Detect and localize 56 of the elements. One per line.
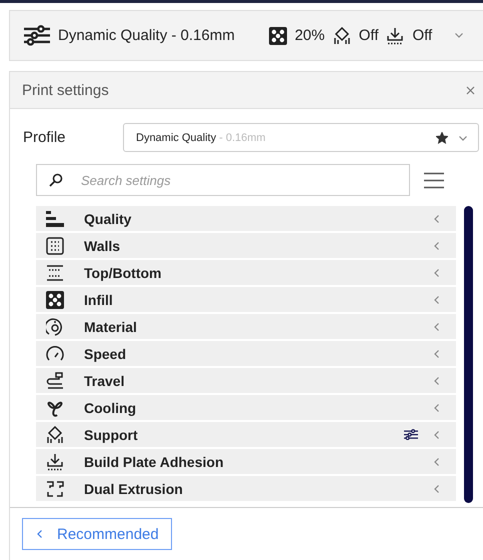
chevron-left-icon: [432, 214, 442, 224]
recommended-button[interactable]: Recommended: [22, 518, 172, 550]
bars-icon: [46, 210, 64, 228]
chevron-left-icon: [432, 240, 442, 250]
category-row[interactable]: Build Plate Adhesion: [36, 449, 456, 474]
chevron-left-icon: [35, 529, 45, 539]
split-icon: [46, 480, 64, 498]
search-field[interactable]: Search settings: [36, 164, 410, 196]
star-icon[interactable]: [436, 132, 448, 144]
scrollbar[interactable]: [464, 206, 473, 503]
diamond-icon: [46, 426, 64, 444]
infill-value: 20%: [294, 27, 325, 44]
chevron-left-icon: [432, 456, 442, 466]
chevron-left-icon: [432, 348, 442, 358]
profile-layer-height: - 0.16mm: [218, 132, 266, 144]
gauge-icon: [46, 344, 64, 362]
chevron-down-icon: [454, 30, 464, 40]
category-row[interactable]: Support: [36, 422, 456, 447]
infill-icon: [268, 26, 287, 44]
chevron-left-icon: [432, 376, 442, 386]
dotted-square-icon: [46, 290, 64, 308]
profile-dropdown[interactable]: Dynamic Quality - 0.16mm: [123, 123, 479, 152]
category-row[interactable]: Cooling: [36, 395, 456, 420]
category-row[interactable]: Walls: [36, 233, 456, 258]
grid-square-icon: [46, 236, 64, 254]
category-row[interactable]: Quality: [36, 206, 456, 231]
support-icon: [332, 26, 351, 44]
close-icon[interactable]: [466, 86, 475, 94]
chevron-left-icon: [432, 402, 442, 412]
spool-icon: [46, 318, 64, 336]
search-icon: [49, 173, 63, 187]
chevron-left-icon: [432, 294, 442, 304]
chevron-left-icon: [432, 322, 442, 332]
download-icon: [46, 452, 64, 470]
category-row[interactable]: Speed: [36, 341, 456, 366]
category-row[interactable]: Top/Bottom: [36, 260, 456, 285]
profile-name: Dynamic Quality: [136, 132, 216, 144]
adhesion-icon: [386, 26, 404, 44]
panel-title: Print settings: [22, 82, 109, 98]
profile-summary: Dynamic Quality - 0.16mm: [58, 27, 235, 44]
sliders-icon: [404, 428, 418, 440]
layers-icon: [46, 264, 64, 282]
category-row[interactable]: Travel: [36, 368, 456, 393]
category-row[interactable]: Infill: [36, 287, 456, 312]
toolbar[interactable]: Dynamic Quality - 0.16mm 20% Off Off: [9, 10, 483, 61]
adhesion-value: Off: [412, 27, 432, 44]
profile-label: Profile: [23, 129, 67, 146]
chevron-left-icon: [432, 430, 442, 440]
chevron-left-icon: [432, 268, 442, 278]
settings-icon: [24, 25, 50, 46]
menu-icon[interactable]: [424, 172, 444, 188]
path-icon: [46, 372, 64, 390]
category-row[interactable]: Material: [36, 314, 456, 339]
support-value: Off: [358, 27, 378, 44]
category-row[interactable]: Dual Extrusion: [36, 476, 456, 501]
chevron-left-icon: [432, 484, 442, 494]
